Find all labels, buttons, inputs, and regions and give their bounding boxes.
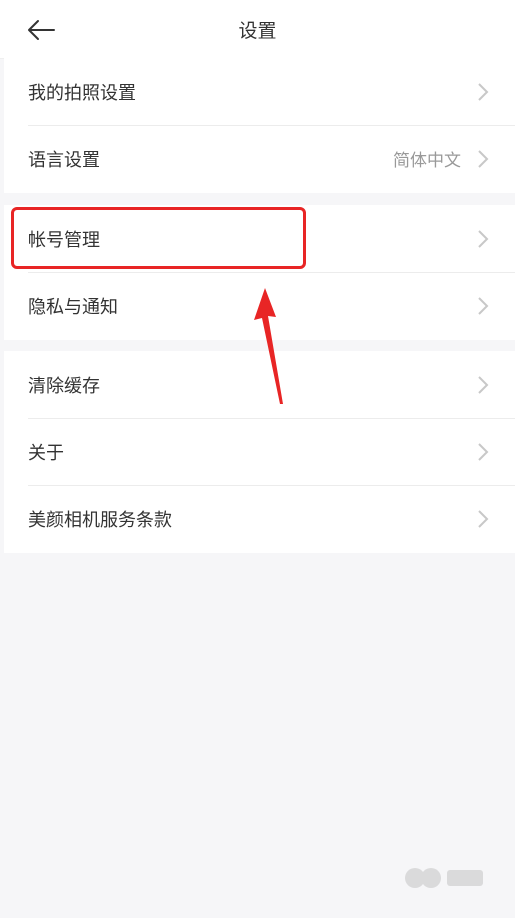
watermark-logo-icon xyxy=(405,868,483,888)
row-label: 我的拍照设置 xyxy=(28,83,136,104)
row-terms-of-service[interactable]: 美颜相机服务条款 xyxy=(4,485,515,552)
row-photo-settings[interactable]: 我的拍照设置 xyxy=(4,58,515,125)
settings-group-general: 我的拍照设置 语言设置 简体中文 xyxy=(4,58,515,193)
row-label: 美颜相机服务条款 xyxy=(28,510,172,531)
annotation-highlight-box xyxy=(11,207,306,269)
chevron-right-icon xyxy=(478,150,489,168)
chevron-right-icon xyxy=(478,443,489,461)
chevron-right-icon xyxy=(478,297,489,315)
row-label: 隐私与通知 xyxy=(28,297,118,318)
chevron-right-icon xyxy=(478,230,489,248)
chevron-right-icon xyxy=(478,376,489,394)
row-label: 语言设置 xyxy=(28,150,100,171)
nav-bar: 设置 xyxy=(0,0,515,59)
row-label: 关于 xyxy=(28,443,64,464)
settings-screen: 设置 我的拍照设置 语言设置 简体中文 帐号管理 隐私与通知 清除缓存 关于 美… xyxy=(0,0,515,918)
row-label: 清除缓存 xyxy=(28,376,100,397)
page-title: 设置 xyxy=(238,20,277,42)
chevron-right-icon xyxy=(478,510,489,528)
row-language-settings[interactable]: 语言设置 简体中文 xyxy=(4,125,515,192)
chevron-right-icon xyxy=(478,83,489,101)
row-about[interactable]: 关于 xyxy=(4,418,515,485)
annotation-arrow-icon xyxy=(254,288,283,404)
row-value: 简体中文 xyxy=(393,151,461,171)
